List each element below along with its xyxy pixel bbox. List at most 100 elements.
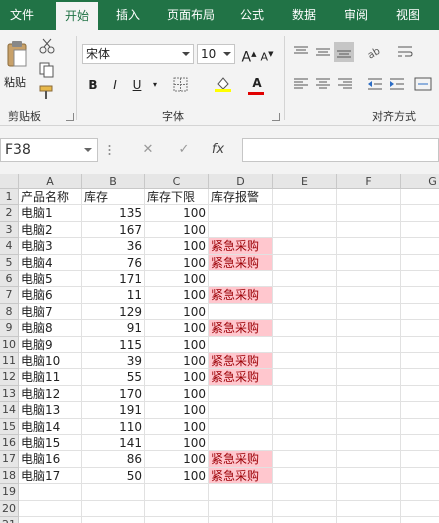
cell[interactable] bbox=[145, 517, 209, 523]
cut-icon[interactable] bbox=[38, 38, 56, 54]
cell[interactable] bbox=[337, 303, 401, 321]
cell[interactable]: 39 bbox=[82, 353, 145, 370]
tab-home[interactable]: 开始 bbox=[56, 2, 98, 30]
cell[interactable] bbox=[337, 254, 401, 271]
format-painter-icon[interactable] bbox=[38, 84, 56, 100]
cell[interactable]: 电脑10 bbox=[19, 353, 82, 370]
cell[interactable] bbox=[273, 500, 337, 517]
cell[interactable] bbox=[337, 205, 401, 222]
cell[interactable]: 36 bbox=[82, 238, 145, 255]
cell[interactable] bbox=[337, 484, 401, 501]
alert-cell[interactable]: 紧急采购 bbox=[209, 320, 273, 337]
font-size-select[interactable]: 10 bbox=[197, 44, 235, 64]
cell[interactable]: 100 bbox=[145, 287, 209, 304]
header-cell[interactable]: 产品名称 bbox=[19, 189, 82, 206]
column-header-b[interactable]: B bbox=[82, 174, 145, 189]
italic-button[interactable]: I bbox=[106, 76, 124, 94]
row-header[interactable]: 3 bbox=[0, 221, 19, 239]
cell[interactable] bbox=[401, 369, 439, 386]
cell[interactable] bbox=[401, 419, 439, 435]
cell[interactable] bbox=[19, 500, 82, 517]
alert-cell[interactable]: 紧急采购 bbox=[209, 369, 273, 386]
more-options-icon[interactable] bbox=[108, 144, 111, 156]
cell[interactable] bbox=[401, 271, 439, 288]
row-header[interactable]: 2 bbox=[0, 205, 19, 222]
borders-icon[interactable] bbox=[172, 77, 190, 93]
align-left-icon[interactable] bbox=[292, 76, 310, 92]
row-header[interactable]: 17 bbox=[0, 451, 19, 468]
cell[interactable]: 电脑8 bbox=[19, 320, 82, 337]
cell[interactable]: 电脑2 bbox=[19, 221, 82, 239]
alert-cell[interactable]: 紧急采购 bbox=[209, 287, 273, 304]
bold-button[interactable]: B bbox=[84, 76, 102, 94]
header-cell[interactable]: 库存 bbox=[82, 189, 145, 206]
cell[interactable] bbox=[337, 336, 401, 353]
row-header[interactable]: 16 bbox=[0, 435, 19, 452]
cell[interactable]: 76 bbox=[82, 254, 145, 271]
cell[interactable]: 100 bbox=[145, 238, 209, 255]
cell[interactable]: 电脑5 bbox=[19, 271, 82, 288]
cell[interactable] bbox=[337, 369, 401, 386]
cell[interactable] bbox=[145, 484, 209, 501]
cell[interactable] bbox=[401, 435, 439, 452]
cell[interactable]: 100 bbox=[145, 385, 209, 403]
cell[interactable]: 86 bbox=[82, 451, 145, 468]
cell[interactable] bbox=[337, 451, 401, 468]
cell[interactable]: 115 bbox=[82, 336, 145, 353]
cell[interactable] bbox=[401, 451, 439, 468]
cell[interactable]: 电脑14 bbox=[19, 418, 82, 435]
header-cell[interactable]: 库存下限 bbox=[145, 189, 209, 206]
cell[interactable] bbox=[145, 500, 209, 517]
font-name-select[interactable]: 宋体 bbox=[82, 44, 194, 64]
cell[interactable] bbox=[401, 386, 439, 403]
row-header[interactable]: 19 bbox=[0, 484, 19, 501]
cell[interactable] bbox=[401, 189, 439, 206]
cell[interactable]: 11 bbox=[82, 287, 145, 304]
orientation-icon[interactable]: ab bbox=[366, 44, 384, 60]
cell[interactable]: 135 bbox=[82, 205, 145, 222]
row-header[interactable]: 21 bbox=[0, 517, 19, 523]
cell[interactable] bbox=[337, 320, 401, 337]
tab-view[interactable]: 视图 bbox=[388, 0, 428, 30]
cell[interactable]: 电脑16 bbox=[19, 451, 82, 468]
row-header[interactable]: 15 bbox=[0, 418, 19, 435]
column-header-e[interactable]: E bbox=[273, 174, 337, 189]
cell[interactable] bbox=[337, 385, 401, 403]
cell[interactable] bbox=[82, 517, 145, 523]
cell[interactable] bbox=[401, 287, 439, 304]
cell[interactable] bbox=[401, 468, 439, 485]
cell[interactable] bbox=[401, 320, 439, 337]
tab-review[interactable]: 审阅 bbox=[336, 0, 376, 30]
cell[interactable] bbox=[273, 402, 337, 419]
cell[interactable]: 55 bbox=[82, 369, 145, 386]
cell[interactable] bbox=[401, 222, 439, 239]
cell[interactable]: 电脑4 bbox=[19, 254, 82, 271]
cell[interactable] bbox=[337, 353, 401, 370]
cell[interactable]: 100 bbox=[145, 418, 209, 435]
alert-cell[interactable]: 紧急采购 bbox=[209, 451, 273, 468]
cell[interactable] bbox=[273, 517, 337, 523]
cell[interactable] bbox=[273, 189, 337, 206]
row-header[interactable]: 12 bbox=[0, 369, 19, 386]
cell[interactable]: 电脑6 bbox=[19, 287, 82, 304]
cell[interactable]: 电脑3 bbox=[19, 238, 82, 255]
cell[interactable] bbox=[337, 189, 401, 206]
cell[interactable]: 167 bbox=[82, 221, 145, 239]
cell[interactable] bbox=[273, 254, 337, 271]
cell[interactable]: 100 bbox=[145, 320, 209, 337]
cell[interactable] bbox=[337, 271, 401, 288]
cell[interactable] bbox=[273, 418, 337, 435]
cell[interactable]: 100 bbox=[145, 353, 209, 370]
formula-input[interactable] bbox=[242, 138, 439, 162]
cell[interactable] bbox=[401, 238, 439, 255]
cell[interactable] bbox=[273, 205, 337, 222]
cell[interactable] bbox=[273, 320, 337, 337]
cell[interactable] bbox=[82, 500, 145, 517]
cell[interactable] bbox=[401, 353, 439, 370]
cell[interactable] bbox=[82, 484, 145, 501]
worksheet-grid[interactable]: A B C D E F G 1 产品名称 库存 库存下限 库存报警 2 电脑1 135 100 3… bbox=[0, 174, 439, 523]
cell[interactable]: 电脑9 bbox=[19, 336, 82, 353]
font-color-button[interactable]: A bbox=[248, 74, 266, 92]
cell[interactable]: 电脑15 bbox=[19, 435, 82, 452]
cell[interactable]: 50 bbox=[82, 467, 145, 485]
